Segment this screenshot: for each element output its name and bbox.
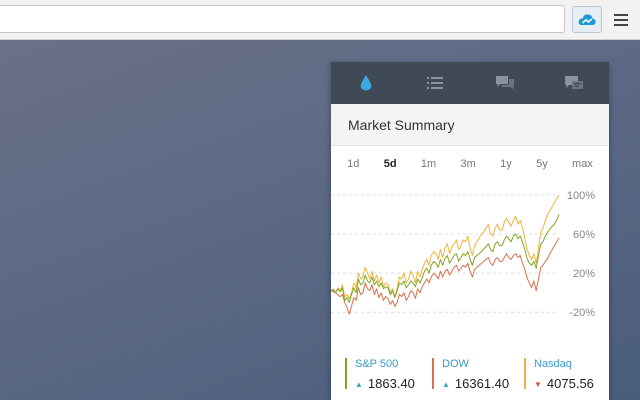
tab-markets[interactable] [331, 62, 401, 104]
range-5d[interactable]: 5d [384, 158, 397, 170]
legend-name: S&P 500 [355, 358, 399, 370]
market-chart: 100% 60% 20% -20% [331, 182, 609, 332]
range-max[interactable]: max [572, 158, 593, 170]
y-tick-label: 20% [573, 268, 595, 280]
section-title: Market Summary [331, 104, 609, 146]
chat-window-icon [565, 75, 584, 89]
legend-value-row: ▲ 1863.40 [355, 376, 415, 391]
triangle-down-icon: ▼ [534, 380, 542, 389]
legend-item-dow[interactable]: DOW ▲ 16361.40 [432, 358, 509, 392]
time-range-selector: 1d 5d 1m 3m 1y 5y max [331, 146, 609, 182]
address-bar[interactable] [0, 5, 565, 33]
extension-button[interactable] [572, 6, 602, 33]
triangle-up-icon: ▲ [355, 380, 363, 389]
legend-value-row: ▼ 4075.56 [534, 376, 594, 391]
browser-toolbar [0, 0, 640, 40]
legend-value-row: ▲ 16361.40 [442, 376, 509, 391]
legend-color-bar [432, 358, 434, 389]
chat-bubbles-icon [495, 76, 514, 90]
range-1m[interactable]: 1m [421, 158, 436, 170]
triangle-up-icon: ▲ [442, 380, 450, 389]
y-tick-label: 60% [573, 229, 595, 241]
list-icon [427, 77, 444, 89]
legend-item-nasdaq[interactable]: Nasdaq ▼ 4075.56 [524, 358, 594, 392]
legend-color-bar [524, 358, 526, 389]
range-1y[interactable]: 1y [500, 158, 512, 170]
hamburger-menu-icon [614, 14, 628, 26]
extension-popup: Market Summary 1d 5d 1m 3m 1y 5y max 100% 60% 20… [331, 62, 609, 400]
series-line-s-p-500 [331, 214, 560, 303]
tab-list[interactable] [401, 62, 471, 104]
market-chart-svg: 100% 60% 20% -20% [331, 190, 595, 319]
legend-name: DOW [442, 358, 469, 370]
tab-messages[interactable] [540, 62, 610, 104]
range-1d[interactable]: 1d [347, 158, 359, 170]
browser-menu-button[interactable] [610, 9, 632, 31]
legend-value: 4075.56 [546, 376, 594, 391]
tab-discussions[interactable] [470, 62, 540, 104]
range-5y[interactable]: 5y [536, 158, 548, 170]
legend-color-bar [345, 358, 347, 389]
drop-icon [360, 75, 372, 91]
legend-name: Nasdaq [534, 358, 572, 370]
market-legend: S&P 500 ▲ 1863.40 DOW ▲ 16361.40 Nasdaq ▼ 4075.5… [331, 358, 609, 400]
range-3m[interactable]: 3m [461, 158, 476, 170]
legend-value: 1863.40 [367, 376, 415, 391]
y-tick-label: -20% [569, 307, 595, 319]
popup-tab-bar [331, 62, 609, 104]
y-tick-label: 100% [567, 190, 595, 202]
legend-value: 16361.40 [454, 376, 510, 391]
legend-item-sp500[interactable]: S&P 500 ▲ 1863.40 [345, 358, 415, 392]
cloud-sync-icon [578, 13, 596, 25]
